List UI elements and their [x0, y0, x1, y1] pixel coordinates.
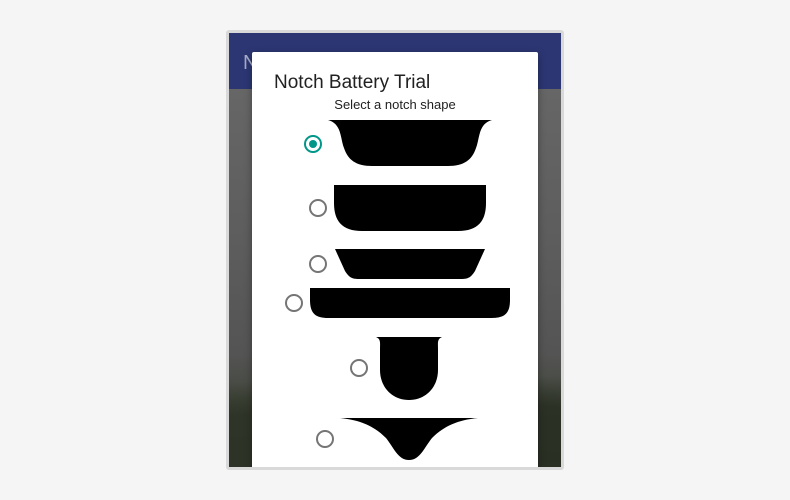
- full-width-flat-notch-shape[interactable]: [310, 288, 510, 318]
- notch-option-3-radio[interactable]: [309, 255, 327, 273]
- notch-option-1-radio[interactable]: [304, 135, 322, 153]
- waterdrop-notch-shape[interactable]: [340, 418, 478, 460]
- phone-frame: N Notch Battery Trial Select a notch sha…: [226, 30, 564, 470]
- notch-option-2-radio[interactable]: [309, 199, 327, 217]
- notch-option-4-radio[interactable]: [285, 294, 303, 312]
- dialog-subtitle: Select a notch shape: [334, 97, 456, 112]
- narrow-u-notch-shape[interactable]: [376, 337, 442, 400]
- notch-option-6-radio[interactable]: [316, 430, 334, 448]
- dialog-title: Notch Battery Trial: [274, 72, 431, 93]
- notch-dialog: Notch Battery Trial Select a notch shape: [252, 52, 538, 467]
- rounded-trapezoid-notch-shape[interactable]: [334, 185, 486, 231]
- notch-option-5-radio[interactable]: [350, 359, 368, 377]
- shallow-trapezoid-notch-shape[interactable]: [335, 249, 485, 279]
- wide-curved-notch-shape[interactable]: [328, 120, 492, 168]
- phone-screen: N Notch Battery Trial Select a notch sha…: [229, 33, 561, 467]
